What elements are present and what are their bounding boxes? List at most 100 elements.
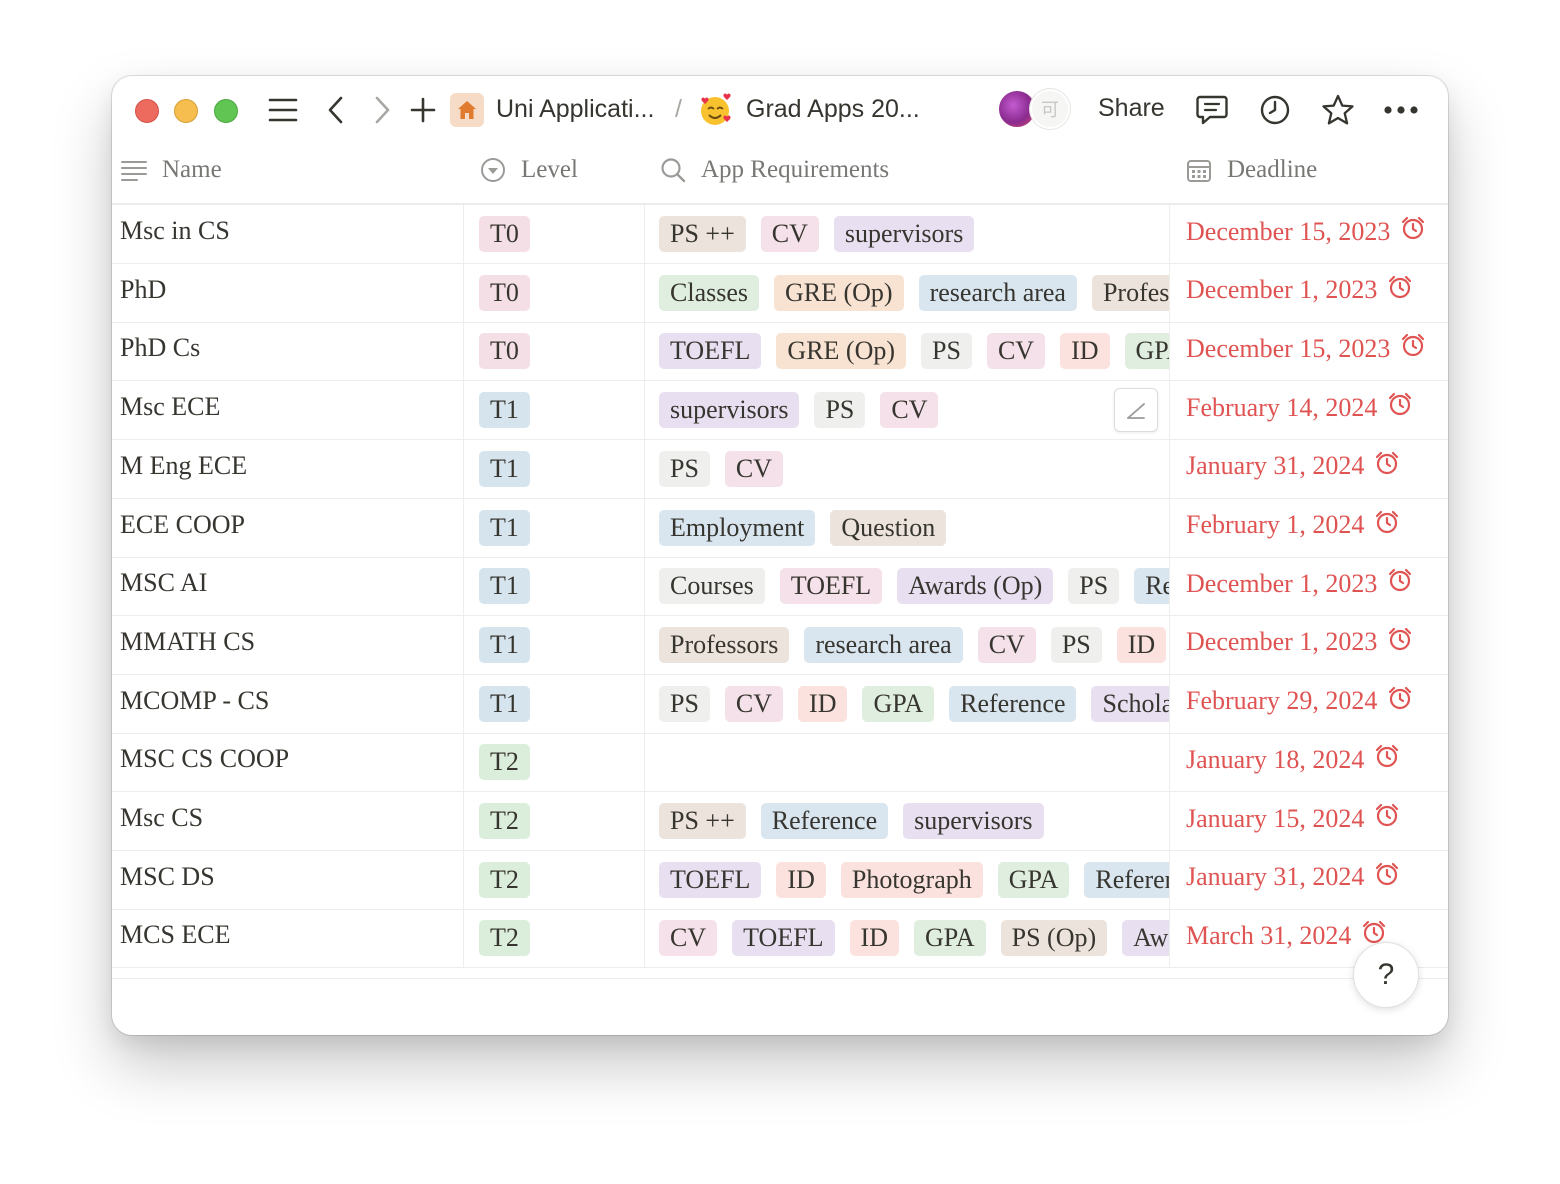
requirements-cell[interactable]: PS CV ID GPA Reference Scholarship — [645, 674, 1170, 733]
requirements-cell[interactable]: Classes GRE (Op) research area Professors — [645, 263, 1170, 322]
column-header-deadline[interactable]: Deadline — [1185, 156, 1317, 184]
collaborator-avatar[interactable]: 可 — [1030, 89, 1070, 129]
favorite-star-icon[interactable] — [1320, 92, 1356, 128]
requirements-cell[interactable]: Courses TOEFL Awards (Op) PS Re — [645, 557, 1170, 616]
table-row[interactable]: Msc in CS T0 PS ++ CV supervisors December 15… — [112, 205, 1448, 264]
level-cell[interactable]: T2 — [464, 850, 645, 909]
level-cell[interactable]: T0 — [464, 205, 645, 263]
deadline-cell[interactable]: December 15, 2023 — [1170, 205, 1448, 263]
column-header-name[interactable]: Name — [120, 156, 222, 184]
name-cell[interactable]: MSC DS — [112, 850, 464, 909]
level-cell[interactable]: T1 — [464, 674, 645, 733]
more-options-icon[interactable] — [1382, 92, 1420, 128]
deadline-cell[interactable]: December 1, 2023 — [1170, 616, 1448, 674]
requirements-cell[interactable]: TOEFL ID Photograph GPA Reference — [645, 850, 1170, 909]
table-row[interactable]: MCS ECE T2 CV TOEFL ID GPA PS (Op) Awards March … — [112, 909, 1448, 969]
minimize-window-button[interactable] — [174, 99, 198, 123]
table-row[interactable]: PhD Cs T0 TOEFL GRE (Op) PS CV ID GPA December 1… — [112, 322, 1448, 382]
name-cell[interactable]: PhD — [112, 263, 464, 322]
alarm-clock-icon[interactable] — [1387, 567, 1413, 600]
requirements-cell[interactable]: CV TOEFL ID GPA PS (Op) Awards — [645, 909, 1170, 968]
name-cell[interactable]: ECE COOP — [112, 498, 464, 557]
alarm-clock-icon[interactable] — [1374, 743, 1400, 776]
level-cell[interactable]: T0 — [464, 322, 645, 381]
table-row[interactable]: Msc ECE T1 supervisors PS CV February 14, 202… — [112, 381, 1448, 441]
requirements-cell[interactable]: PS CV — [645, 439, 1170, 498]
alarm-clock-icon[interactable] — [1400, 215, 1426, 248]
breadcrumb-parent[interactable]: Uni Applicati... — [496, 95, 654, 124]
sidebar-menu-icon[interactable] — [265, 92, 301, 128]
name-cell[interactable]: MCS ECE — [112, 909, 464, 968]
alarm-clock-icon[interactable] — [1387, 274, 1413, 307]
deadline-cell[interactable]: February 29, 2024 — [1170, 675, 1448, 733]
deadline-cell[interactable]: January 31, 2024 — [1170, 440, 1448, 498]
name-cell[interactable]: MSC CS COOP — [112, 733, 464, 792]
history-clock-icon[interactable] — [1257, 92, 1293, 128]
back-arrow-icon[interactable] — [322, 92, 350, 128]
requirements-cell[interactable] — [645, 733, 1170, 792]
table-row[interactable]: MSC AI T1 Courses TOEFL Awards (Op) PS Re Decem… — [112, 557, 1448, 617]
deadline-cell[interactable]: December 1, 2023 — [1170, 264, 1448, 322]
level-cell[interactable]: T1 — [464, 615, 645, 674]
table-row[interactable]: Msc CS T2 PS ++ Reference supervisors January… — [112, 792, 1448, 851]
level-cell[interactable]: T2 — [464, 909, 645, 968]
level-cell[interactable]: T1 — [464, 439, 645, 498]
table-row[interactable]: MCOMP - CS T1 PS CV ID GPA Reference Scholarshi… — [112, 674, 1448, 734]
alarm-clock-icon[interactable] — [1387, 626, 1413, 659]
alarm-clock-icon[interactable] — [1374, 509, 1400, 542]
requirements-cell[interactable]: Employment Question — [645, 498, 1170, 557]
level-cell[interactable]: T2 — [464, 733, 645, 792]
requirements-cell[interactable]: PS ++ Reference supervisors — [645, 792, 1170, 850]
zoom-window-button[interactable] — [214, 99, 238, 123]
breadcrumb-current-page[interactable]: Grad Apps 20... — [746, 95, 920, 124]
close-window-button[interactable] — [135, 99, 159, 123]
deadline-cell[interactable]: December 1, 2023 — [1170, 557, 1448, 615]
column-header-level[interactable]: Level — [479, 156, 578, 184]
alarm-clock-icon[interactable] — [1387, 685, 1413, 718]
name-cell[interactable]: MMATH CS — [112, 615, 464, 674]
requirements-cell[interactable]: supervisors PS CV — [645, 381, 1170, 440]
alarm-clock-icon[interactable] — [1387, 391, 1413, 424]
deadline-cell[interactable]: January 18, 2024 — [1170, 733, 1448, 791]
alarm-clock-icon[interactable] — [1374, 861, 1400, 894]
column-header-requirements[interactable]: App Requirements — [659, 156, 889, 184]
house-icon[interactable] — [450, 93, 484, 127]
edit-pencil-button[interactable] — [1114, 388, 1158, 432]
requirements-cell[interactable]: Professors research area CV PS ID — [645, 615, 1170, 674]
level-cell[interactable]: T1 — [464, 381, 645, 440]
level-cell[interactable]: T1 — [464, 498, 645, 557]
alarm-clock-icon[interactable] — [1374, 450, 1400, 483]
table-row[interactable]: MMATH CS T1 Professors research area CV PS ID D… — [112, 615, 1448, 675]
deadline-cell[interactable]: January 31, 2024 — [1170, 851, 1448, 909]
requirements-cell[interactable]: TOEFL GRE (Op) PS CV ID GPA — [645, 322, 1170, 381]
name-cell[interactable]: M Eng ECE — [112, 439, 464, 498]
name-cell[interactable]: MSC AI — [112, 557, 464, 616]
requirements-cell[interactable]: PS ++ CV supervisors — [645, 205, 1170, 263]
requirement-tag: GPA — [913, 920, 986, 957]
table-row[interactable]: MSC DS T2 TOEFL ID Photograph GPA Reference Jan… — [112, 850, 1448, 910]
forward-arrow-icon[interactable] — [368, 92, 396, 128]
help-button[interactable]: ? — [1353, 942, 1419, 1008]
smiling-face-with-hearts-icon[interactable] — [698, 93, 732, 127]
table-row[interactable]: M Eng ECE T1 PS CV January 31, 2024 — [112, 439, 1448, 499]
table-row[interactable]: MSC CS COOP T2 January 18, 2024 — [112, 733, 1448, 793]
deadline-cell[interactable]: February 14, 2024 — [1170, 381, 1448, 439]
comments-icon[interactable] — [1194, 92, 1230, 128]
deadline-cell[interactable]: December 15, 2023 — [1170, 322, 1448, 380]
level-cell[interactable]: T1 — [464, 557, 645, 616]
level-cell[interactable]: T2 — [464, 792, 645, 850]
name-cell[interactable]: Msc CS — [112, 792, 464, 850]
deadline-cell[interactable]: January 15, 2024 — [1170, 792, 1448, 850]
name-cell[interactable]: Msc in CS — [112, 205, 464, 263]
table-row[interactable]: PhD T0 Classes GRE (Op) research area Profess… — [112, 263, 1448, 323]
level-cell[interactable]: T0 — [464, 263, 645, 322]
name-cell[interactable]: Msc ECE — [112, 381, 464, 440]
table-row[interactable]: ECE COOP T1 Employment Question February 1, … — [112, 498, 1448, 558]
share-button[interactable]: Share — [1098, 94, 1165, 123]
name-cell[interactable]: MCOMP - CS — [112, 674, 464, 733]
deadline-cell[interactable]: February 1, 2024 — [1170, 499, 1448, 557]
name-cell[interactable]: PhD Cs — [112, 322, 464, 381]
new-page-plus-icon[interactable] — [408, 92, 438, 128]
alarm-clock-icon[interactable] — [1374, 802, 1400, 835]
alarm-clock-icon[interactable] — [1400, 332, 1426, 365]
